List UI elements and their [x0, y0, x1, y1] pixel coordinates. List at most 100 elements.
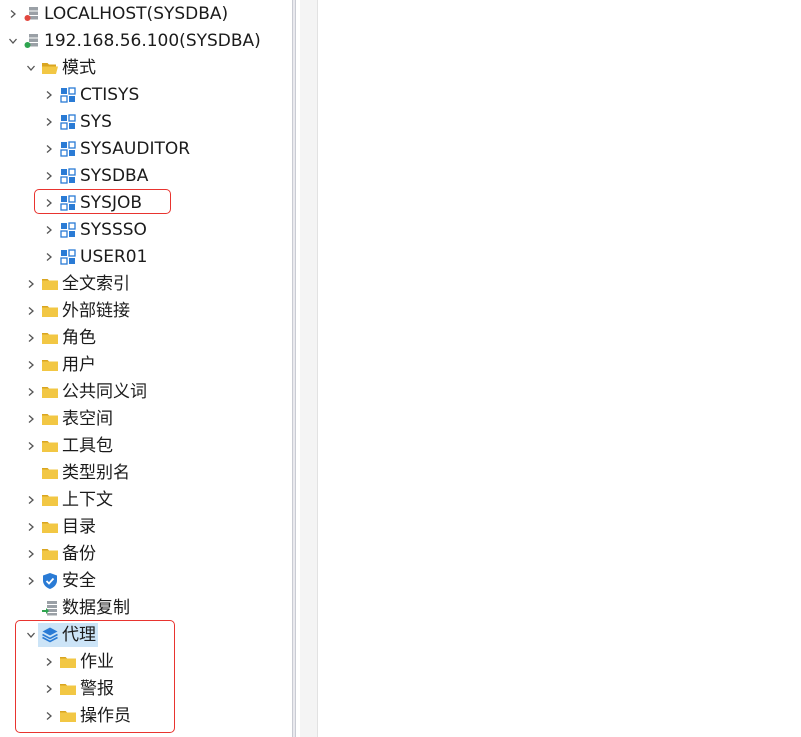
tree-node-folder[interactable]: 角色 [24, 325, 96, 351]
app-window: LOCALHOST(SYSDBA) 192.168.56.100(SYSDBA) [0, 0, 801, 737]
tree-node-label: 角色 [62, 328, 96, 348]
chevron-right-icon[interactable] [24, 487, 38, 513]
tree-node-folder[interactable]: 表空间 [24, 406, 113, 432]
tree-node-schema[interactable]: SYSDBA [42, 163, 148, 189]
tree-node-label: 表空间 [62, 409, 113, 429]
tree-node-folder[interactable]: 外部链接 [24, 298, 130, 324]
chevron-right-icon[interactable] [24, 541, 38, 567]
chevron-placeholder [24, 460, 38, 486]
chevron-right-icon[interactable] [24, 271, 38, 297]
tree-node-server-localhost[interactable]: LOCALHOST(SYSDBA) [6, 1, 228, 27]
tree-node-schema-folder[interactable]: 模式 [24, 55, 96, 81]
tree-node-schema[interactable]: SYS [42, 109, 112, 135]
tree-node-folder[interactable]: 类型别名 [24, 460, 130, 486]
schema-icon [59, 194, 77, 212]
tree-node-alerts[interactable]: 警报 [42, 676, 114, 702]
tree-node-label: 用户 [62, 355, 96, 375]
tree-node-schema[interactable]: SYSAUDITOR [42, 136, 190, 162]
folder-icon [41, 464, 59, 482]
tree-node-folder[interactable]: 上下文 [24, 487, 113, 513]
tree-node-label: 外部链接 [62, 301, 130, 321]
chevron-right-icon[interactable] [42, 82, 56, 108]
schema-icon [59, 86, 77, 104]
tree-node-security[interactable]: 安全 [24, 568, 96, 594]
schema-icon [59, 140, 77, 158]
chevron-right-icon[interactable] [24, 352, 38, 378]
tree-node-folder[interactable]: 目录 [24, 514, 96, 540]
tree-node-folder[interactable]: 工具包 [24, 433, 113, 459]
object-tree-panel: LOCALHOST(SYSDBA) 192.168.56.100(SYSDBA) [0, 0, 292, 737]
tree-node-label: LOCALHOST(SYSDBA) [44, 4, 229, 24]
chevron-down-icon[interactable] [24, 55, 38, 81]
folder-icon [41, 329, 59, 347]
schema-icon [59, 248, 77, 266]
tree-node-label: SYSSSO [80, 220, 147, 240]
folder-icon [59, 680, 77, 698]
tree-node-label: 安全 [62, 571, 96, 591]
tree-node-server-remote[interactable]: 192.168.56.100(SYSDBA) [6, 28, 261, 54]
tree-node-label: 操作员 [80, 706, 131, 726]
shield-check-icon [41, 572, 59, 590]
tree-node-folder[interactable]: 公共同义词 [24, 379, 147, 405]
tree-node-operators[interactable]: 操作员 [42, 703, 131, 729]
folder-icon [41, 302, 59, 320]
folder-icon [41, 410, 59, 428]
folder-icon [41, 275, 59, 293]
chevron-right-icon[interactable] [42, 676, 56, 702]
tree-node-label: 类型别名 [62, 463, 130, 483]
tree-node-schema[interactable]: USER01 [42, 244, 147, 270]
chevron-right-icon[interactable] [42, 136, 56, 162]
chevron-right-icon[interactable] [24, 379, 38, 405]
content-area [318, 0, 801, 737]
chevron-right-icon[interactable] [6, 1, 20, 27]
layers-icon [41, 626, 59, 644]
tree-node-folder[interactable]: 用户 [24, 352, 96, 378]
folder-icon [41, 356, 59, 374]
tree-node-label: 工具包 [62, 436, 113, 456]
tree-node-label: 数据复制 [62, 598, 130, 618]
chevron-down-icon[interactable] [24, 622, 38, 648]
folder-icon [41, 383, 59, 401]
folder-icon [41, 491, 59, 509]
chevron-right-icon[interactable] [42, 244, 56, 270]
tree-node-label: USER01 [80, 247, 148, 267]
chevron-right-icon[interactable] [42, 163, 56, 189]
tree-node-label: 192.168.56.100(SYSDBA) [44, 31, 261, 51]
folder-icon [41, 518, 59, 536]
tree-node-label: SYSDBA [80, 166, 149, 186]
folder-icon [59, 707, 77, 725]
chevron-right-icon[interactable] [42, 217, 56, 243]
chevron-right-icon[interactable] [24, 298, 38, 324]
schema-icon [59, 221, 77, 239]
tree-node-label: 目录 [62, 517, 96, 537]
tree-node-label: 代理 [62, 625, 96, 645]
tree-node-jobs[interactable]: 作业 [42, 649, 114, 675]
chevron-right-icon[interactable] [42, 190, 56, 216]
tree-node-schema[interactable]: SYSSSO [42, 217, 147, 243]
chevron-right-icon[interactable] [24, 433, 38, 459]
schema-icon [59, 167, 77, 185]
chevron-right-icon[interactable] [42, 649, 56, 675]
chevron-down-icon[interactable] [6, 28, 20, 54]
chevron-right-icon[interactable] [24, 514, 38, 540]
tree-node-label: CTISYS [80, 85, 140, 105]
tree-node-replication[interactable]: 数据复制 [24, 595, 130, 621]
tree-node-schema[interactable]: CTISYS [42, 82, 139, 108]
tree-node-label: 公共同义词 [62, 382, 147, 402]
tree-node-folder[interactable]: 全文索引 [24, 271, 130, 297]
chevron-right-icon[interactable] [42, 109, 56, 135]
selection-highlight: 代理 [38, 623, 98, 647]
content-rail [300, 0, 318, 737]
tree-node-label: 作业 [80, 652, 114, 672]
chevron-right-icon[interactable] [42, 703, 56, 729]
tree-node-agent[interactable]: 代理 [24, 622, 98, 648]
folder-icon [41, 545, 59, 563]
chevron-right-icon[interactable] [24, 406, 38, 432]
chevron-right-icon[interactable] [24, 568, 38, 594]
chevron-right-icon[interactable] [24, 325, 38, 351]
tree-node-schema-sysjob[interactable]: SYSJOB [42, 190, 142, 216]
server-disconnected-icon [23, 5, 41, 23]
replication-icon [41, 599, 59, 617]
tree-node-folder[interactable]: 备份 [24, 541, 96, 567]
tree-node-label: SYSJOB [80, 193, 143, 213]
